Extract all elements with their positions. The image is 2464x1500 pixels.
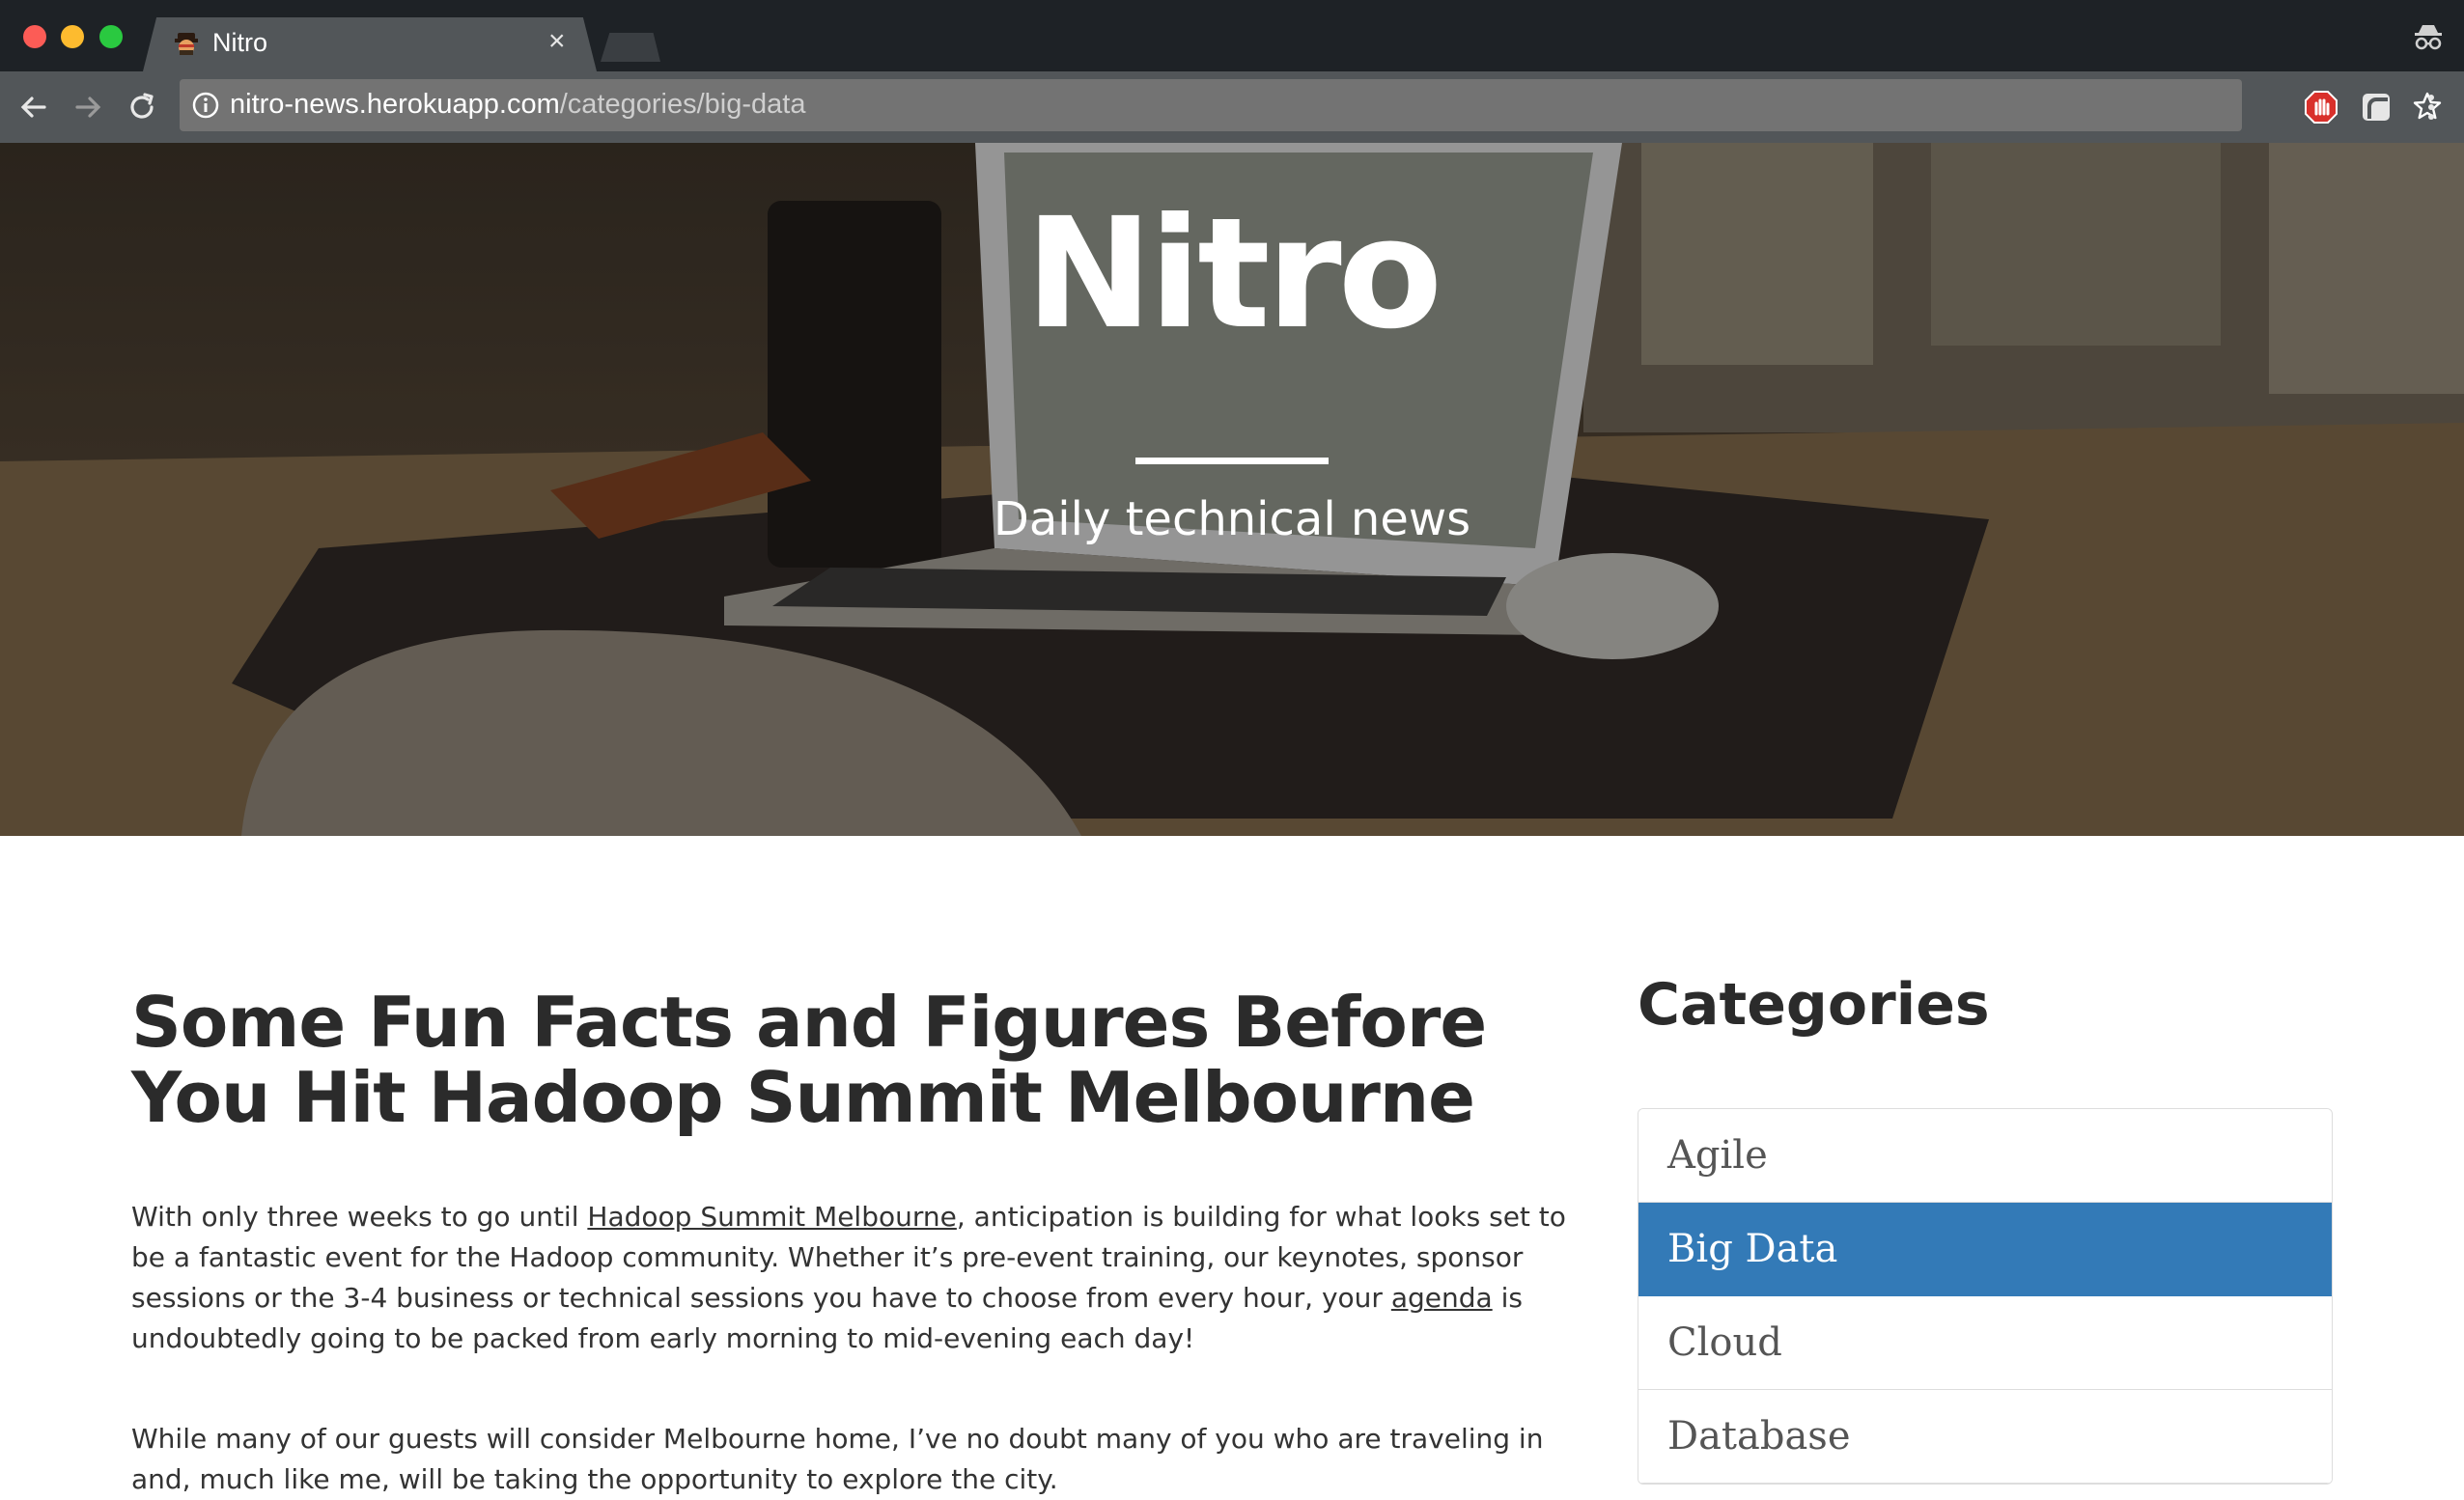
- url-path: /categories/big-data: [559, 89, 806, 120]
- category-item-database[interactable]: Database: [1638, 1390, 2332, 1484]
- hero-divider: [1135, 458, 1329, 464]
- incognito-icon: [2415, 25, 2442, 50]
- url-text[interactable]: nitro-news.herokuapp.com/categories/big-…: [230, 89, 805, 121]
- address-bar[interactable]: nitro-news.herokuapp.com/categories/big-…: [180, 79, 2442, 131]
- site-tagline: Daily technical news: [993, 492, 1471, 546]
- close-window-button[interactable]: [23, 25, 46, 48]
- back-arrow-icon[interactable]: [15, 89, 52, 125]
- url-host: nitro-news.herokuapp.com: [230, 89, 560, 120]
- maximize-window-button[interactable]: [99, 25, 123, 48]
- browser-titlebar: Nitro ×: [0, 0, 2464, 71]
- categories-heading: Categories: [1638, 971, 1990, 1039]
- article-title[interactable]: Some Fun Facts and Figures Before You Hi…: [131, 985, 1580, 1135]
- category-item-agile[interactable]: Agile: [1638, 1109, 2332, 1203]
- category-item-cloud[interactable]: Cloud: [1638, 1296, 2332, 1390]
- category-item-big-data[interactable]: Big Data: [1638, 1203, 2332, 1296]
- adblock-extension-icon[interactable]: [2303, 89, 2339, 125]
- extension-icon[interactable]: [2358, 89, 2394, 125]
- article-text: With only three weeks to go until: [131, 1201, 588, 1233]
- minimize-window-button[interactable]: [61, 25, 84, 48]
- tab-close-icon[interactable]: ×: [548, 25, 566, 58]
- forward-arrow-icon[interactable]: [70, 89, 106, 125]
- categories-list: Agile Big Data Cloud Database: [1638, 1108, 2333, 1485]
- menu-dots-icon[interactable]: [2413, 89, 2450, 125]
- tab-title: Nitro: [212, 28, 268, 57]
- hadoop-summit-link[interactable]: Hadoop Summit Melbourne: [587, 1201, 956, 1233]
- agenda-link[interactable]: agenda: [1391, 1282, 1493, 1314]
- article-paragraph: While many of our guests will consider M…: [131, 1423, 1544, 1495]
- info-icon[interactable]: [191, 91, 220, 120]
- article-paragraph: With only three weeks to go until Hadoop…: [131, 1197, 1589, 1359]
- nitro-favicon-icon: [175, 33, 198, 55]
- browser-toolbar: nitro-news.herokuapp.com/categories/big-…: [0, 71, 2464, 143]
- article: Some Fun Facts and Figures Before You Hi…: [131, 985, 1580, 1500]
- new-tab-button[interactable]: [601, 33, 660, 62]
- hero-banner: Nitro Daily technical news: [0, 143, 2464, 836]
- categories-sidebar: Categories Agile Big Data Cloud Database: [1638, 961, 2333, 1485]
- reload-icon[interactable]: [124, 89, 160, 125]
- site-title[interactable]: Nitro: [0, 185, 2464, 363]
- browser-tab-active[interactable]: Nitro ×: [143, 17, 597, 71]
